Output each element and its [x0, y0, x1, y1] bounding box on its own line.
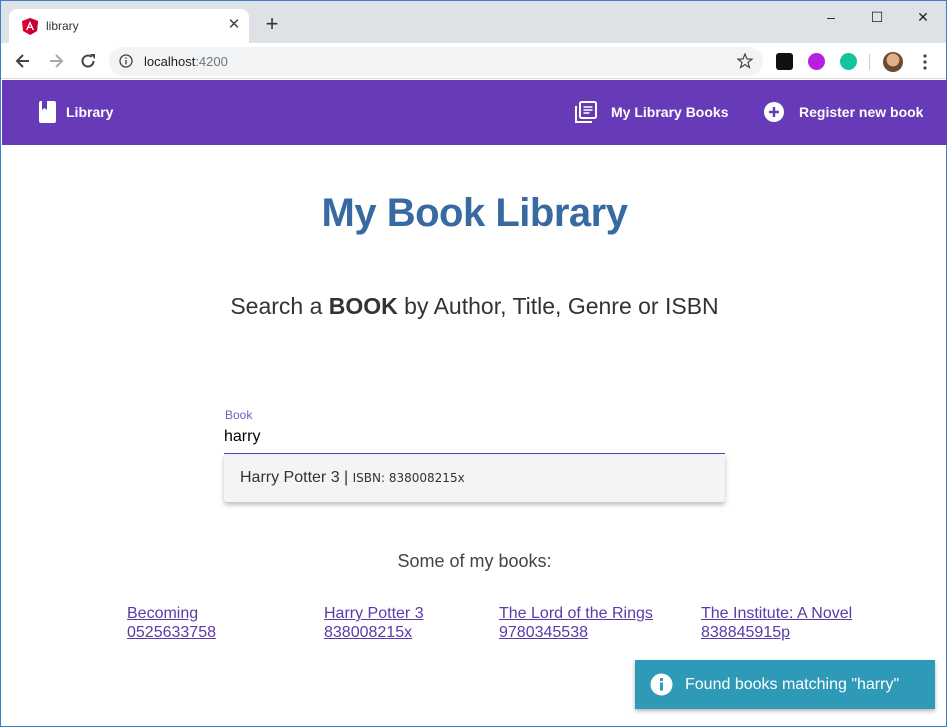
book-link[interactable]: Becoming 0525633758 — [127, 604, 216, 642]
close-window-button[interactable]: ✕ — [913, 7, 933, 27]
some-books-heading: Some of my books: — [397, 551, 552, 571]
book-link[interactable]: Harry Potter 3 838008215x — [324, 604, 424, 642]
nav-register-new-book[interactable]: Register new book — [763, 101, 923, 123]
tab-title: library — [46, 19, 79, 33]
toolbar-divider — [869, 54, 870, 70]
address-bar[interactable]: localhost:4200 — [109, 47, 763, 76]
reload-icon[interactable] — [78, 51, 98, 71]
nav-my-library-books[interactable]: My Library Books — [575, 101, 728, 123]
profile-avatar[interactable] — [883, 52, 903, 72]
autocomplete-option[interactable]: Harry Potter 3 | ISBN: 838008215x — [240, 469, 465, 487]
browser-tabstrip: library ✕ + – ☐ ✕ — [1, 1, 946, 43]
book-isbn: 838845915p — [701, 624, 790, 641]
search-field-label: Book — [225, 408, 253, 422]
brand-label: Library — [66, 104, 114, 120]
page-subtitle: Search a BOOK by Author, Title, Genre or… — [230, 293, 719, 319]
maximize-button[interactable]: ☐ — [867, 7, 887, 27]
book-isbn: 9780345538 — [499, 624, 588, 641]
nav-my-library-books-label: My Library Books — [611, 104, 729, 120]
book-icon — [39, 101, 56, 123]
autocomplete-panel: Harry Potter 3 | ISBN: 838008215x — [224, 454, 725, 502]
page-title: My Book Library — [321, 191, 628, 235]
extension-purple-icon[interactable] — [808, 53, 825, 70]
book-title: The Institute: A Novel — [701, 605, 853, 622]
nav-register-new-book-label: Register new book — [799, 104, 924, 120]
library-books-icon — [575, 101, 597, 123]
book-title: Becoming — [127, 605, 199, 622]
url-text[interactable]: localhost:4200 — [144, 54, 228, 69]
book-title: The Lord of the Rings — [499, 605, 653, 622]
add-circle-icon — [764, 102, 784, 122]
book-isbn: 838008215x — [324, 624, 413, 641]
book-search-field[interactable]: Book — [224, 406, 725, 454]
toast-message: Found books matching "harry" — [685, 675, 900, 693]
site-info-icon[interactable] — [119, 54, 133, 68]
book-link[interactable]: The Lord of the Rings 9780345538 — [499, 604, 653, 642]
angular-logo-icon — [22, 18, 38, 35]
book-link[interactable]: The Institute: A Novel 838845915p — [701, 604, 852, 642]
search-input[interactable] — [224, 428, 725, 446]
extension-mdb-icon[interactable] — [776, 53, 793, 70]
info-icon — [650, 673, 673, 696]
book-isbn: 0525633758 — [127, 624, 216, 641]
new-tab-button[interactable]: + — [263, 13, 281, 35]
brand-link[interactable]: Library — [39, 101, 113, 123]
toast-notification[interactable]: Found books matching "harry" — [635, 660, 935, 709]
book-title: Harry Potter 3 — [324, 605, 424, 622]
browser-toolbar: localhost:4200 — [1, 43, 946, 79]
browser-menu-icon[interactable] — [919, 53, 931, 71]
grammarly-icon[interactable] — [840, 53, 857, 70]
app-toolbar: Library My Library Books Register new bo… — [2, 80, 947, 145]
minimize-button[interactable]: – — [821, 7, 841, 27]
forward-icon[interactable] — [46, 51, 66, 71]
tab-close-icon[interactable]: ✕ — [225, 16, 243, 34]
browser-tab[interactable]: library ✕ — [9, 9, 249, 43]
bookmark-star-icon[interactable] — [737, 53, 753, 69]
back-icon[interactable] — [13, 51, 33, 71]
